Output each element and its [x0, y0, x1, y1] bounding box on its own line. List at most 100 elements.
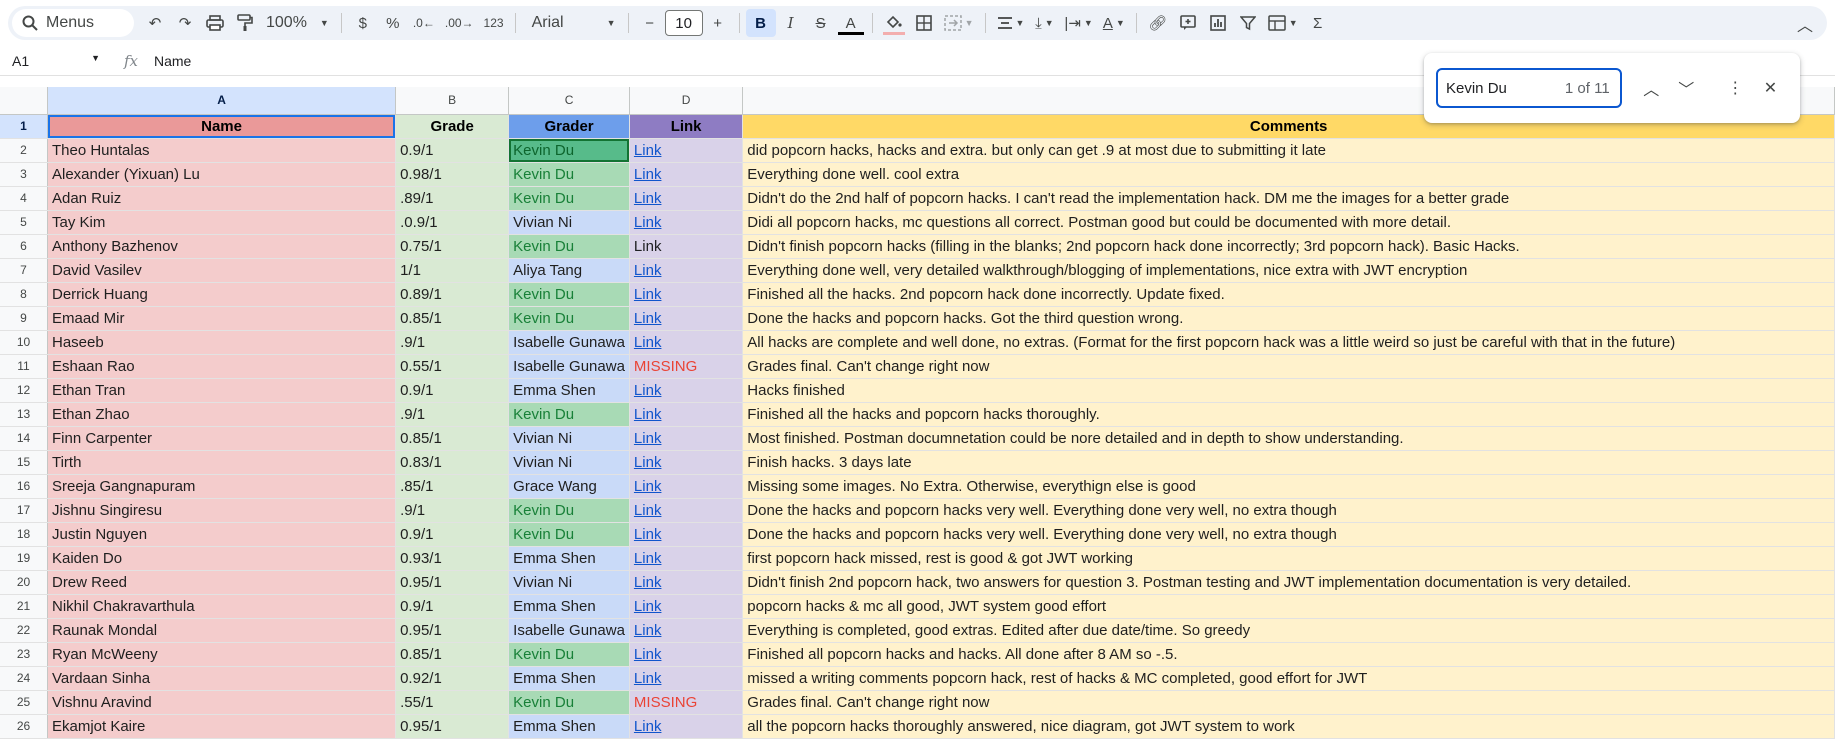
print-button[interactable]: [200, 9, 230, 37]
row-number[interactable]: 11: [0, 354, 48, 379]
increase-decimal-button[interactable]: .00 →: [440, 9, 479, 37]
hyperlink[interactable]: Link: [634, 646, 662, 663]
fill-color-button[interactable]: [879, 9, 909, 37]
grade-cell[interactable]: 0.85/1: [395, 426, 510, 451]
link-cell[interactable]: Link: [629, 330, 744, 355]
grader-cell[interactable]: Kevin Du: [508, 138, 630, 163]
row-number[interactable]: 19: [0, 546, 48, 571]
link-cell[interactable]: Link: [629, 282, 744, 307]
grade-cell[interactable]: 0.95/1: [395, 570, 510, 595]
comment-cell[interactable]: Done the hacks and popcorn hacks. Got th…: [742, 306, 1835, 331]
comment-cell[interactable]: Done the hacks and popcorn hacks very we…: [742, 498, 1835, 523]
link-cell[interactable]: Link: [629, 234, 744, 259]
comment-cell[interactable]: Missing some images. No Extra. Otherwise…: [742, 474, 1835, 499]
strikethrough-button[interactable]: S: [806, 9, 836, 37]
grader-cell[interactable]: Kevin Du: [508, 498, 630, 523]
grader-cell[interactable]: Emma Shen: [508, 546, 630, 571]
grade-cell[interactable]: 0.85/1: [395, 306, 510, 331]
close-find-button[interactable]: ✕: [1753, 70, 1788, 106]
name-cell[interactable]: Raunak Mondal: [47, 618, 397, 643]
link-cell[interactable]: Link: [629, 138, 744, 163]
row-number[interactable]: 12: [0, 378, 48, 403]
link-cell[interactable]: Link: [629, 474, 744, 499]
hyperlink[interactable]: Link: [634, 670, 662, 687]
paint-format-button[interactable]: [230, 9, 260, 37]
comment-cell[interactable]: Everything is completed, good extras. Ed…: [742, 618, 1835, 643]
grader-cell[interactable]: Isabelle Gunawa: [508, 618, 630, 643]
text-wrap-button[interactable]: |⇥ ▼: [1059, 9, 1097, 37]
comment-cell[interactable]: All hacks are complete and well done, no…: [742, 330, 1835, 355]
name-cell[interactable]: Ethan Tran: [47, 378, 397, 403]
grader-cell[interactable]: Emma Shen: [508, 378, 630, 403]
comment-cell[interactable]: Grades final. Can't change right now: [742, 354, 1835, 379]
name-cell[interactable]: Theo Huntalas: [47, 138, 397, 163]
grader-cell[interactable]: Kevin Du: [508, 402, 630, 427]
comment-cell[interactable]: Done the hacks and popcorn hacks very we…: [742, 522, 1835, 547]
row-number[interactable]: 1: [0, 114, 48, 139]
grade-cell[interactable]: 0.92/1: [395, 666, 510, 691]
grade-cell[interactable]: .9/1: [395, 402, 510, 427]
decrease-font-size-button[interactable]: −: [635, 9, 665, 37]
name-cell[interactable]: Anthony Bazhenov: [47, 234, 397, 259]
grader-cell[interactable]: Kevin Du: [508, 186, 630, 211]
hyperlink[interactable]: Link: [634, 526, 662, 543]
comment-cell[interactable]: popcorn hacks & mc all good, JWT system …: [742, 594, 1835, 619]
name-cell[interactable]: Finn Carpenter: [47, 426, 397, 451]
grade-cell[interactable]: 0.95/1: [395, 714, 510, 739]
hyperlink[interactable]: Link: [634, 454, 662, 471]
hyperlink[interactable]: Link: [634, 598, 662, 615]
grader-cell[interactable]: Emma Shen: [508, 594, 630, 619]
grade-cell[interactable]: 0.9/1: [395, 594, 510, 619]
grade-cell[interactable]: 0.83/1: [395, 450, 510, 475]
grade-cell[interactable]: .0.9/1: [395, 210, 510, 235]
name-cell[interactable]: Justin Nguyen: [47, 522, 397, 547]
comment-cell[interactable]: Everything done well, very detailed walk…: [742, 258, 1835, 283]
grade-cell[interactable]: 0.9/1: [395, 378, 510, 403]
link-cell[interactable]: Link: [629, 162, 744, 187]
name-cell[interactable]: Haseeb: [47, 330, 397, 355]
name-cell[interactable]: Vardaan Sinha: [47, 666, 397, 691]
link-cell[interactable]: Link: [629, 522, 744, 547]
row-number[interactable]: 23: [0, 642, 48, 667]
link-cell[interactable]: Link: [629, 498, 744, 523]
grader-cell[interactable]: Kevin Du: [508, 234, 630, 259]
hyperlink[interactable]: Link: [634, 334, 662, 351]
next-match-button[interactable]: ﹀: [1669, 70, 1704, 106]
comment-cell[interactable]: Didn't finish 2nd popcorn hack, two answ…: [742, 570, 1835, 595]
grade-cell[interactable]: .89/1: [395, 186, 510, 211]
name-cell[interactable]: Kaiden Do: [47, 546, 397, 571]
grade-cell[interactable]: 0.93/1: [395, 546, 510, 571]
link-cell[interactable]: Link: [629, 210, 744, 235]
grade-cell[interactable]: 0.55/1: [395, 354, 510, 379]
name-cell[interactable]: Derrick Huang: [47, 282, 397, 307]
filter-button[interactable]: [1233, 9, 1263, 37]
undo-button[interactable]: ↶: [140, 9, 170, 37]
name-cell[interactable]: Jishnu Singiresu: [47, 498, 397, 523]
link-cell[interactable]: Link: [629, 546, 744, 571]
name-cell[interactable]: Ryan McWeeny: [47, 642, 397, 667]
comment-cell[interactable]: Finish hacks. 3 days late: [742, 450, 1835, 475]
hyperlink[interactable]: Link: [634, 166, 662, 183]
grader-cell[interactable]: Vivian Ni: [508, 570, 630, 595]
grade-cell[interactable]: 0.85/1: [395, 642, 510, 667]
name-cell[interactable]: Eshaan Rao: [47, 354, 397, 379]
collapse-toolbar-chevron-up-icon[interactable]: ︿: [1797, 12, 1813, 36]
grade-cell[interactable]: 0.98/1: [395, 162, 510, 187]
merge-cells-button[interactable]: ▼: [939, 9, 979, 37]
link-cell[interactable]: Link: [629, 642, 744, 667]
hyperlink[interactable]: Link: [634, 406, 662, 423]
hyperlink[interactable]: Link: [634, 262, 662, 279]
formula-input[interactable]: Name: [146, 53, 191, 69]
comment-cell[interactable]: Finished all popcorn hacks and hacks. Al…: [742, 642, 1835, 667]
row-number[interactable]: 22: [0, 618, 48, 643]
hyperlink[interactable]: Link: [634, 382, 662, 399]
name-cell[interactable]: David Vasilev: [47, 258, 397, 283]
comment-cell[interactable]: Everything done well. cool extra: [742, 162, 1835, 187]
find-options-button[interactable]: ⋮: [1718, 70, 1753, 106]
row-number[interactable]: 18: [0, 522, 48, 547]
column-header-d[interactable]: D: [629, 87, 744, 115]
insert-link-button[interactable]: 🔗︎: [1143, 9, 1173, 37]
header-cell-link[interactable]: Link: [629, 114, 744, 139]
hyperlink[interactable]: Link: [634, 574, 662, 591]
link-cell[interactable]: Link: [629, 306, 744, 331]
